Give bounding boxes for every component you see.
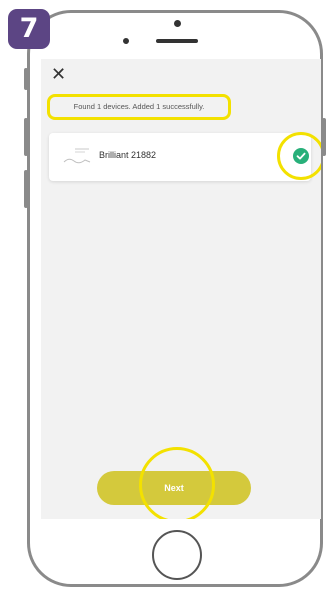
earpiece-speaker	[156, 39, 198, 43]
home-button[interactable]	[152, 530, 202, 580]
app-screen: ✕ Found 1 devices. Added 1 successfully.…	[41, 59, 321, 519]
step-number-badge: 7	[8, 9, 50, 49]
proximity-sensor	[174, 20, 181, 27]
front-camera	[123, 38, 129, 44]
next-highlight-ring	[139, 447, 215, 519]
device-list-item[interactable]: Brilliant 21882	[49, 132, 321, 181]
success-highlight-ring	[277, 132, 321, 180]
device-thumbnail-icon	[61, 146, 93, 168]
phone-side-button	[24, 68, 28, 90]
success-check-icon	[293, 148, 309, 164]
device-name: Brilliant 21882	[99, 150, 157, 160]
phone-side-button	[322, 118, 326, 156]
phone-side-button	[24, 170, 28, 208]
close-icon[interactable]: ✕	[51, 65, 66, 85]
search-result-message: Found 1 devices. Added 1 successfully.	[47, 94, 231, 120]
phone-side-button	[24, 118, 28, 156]
